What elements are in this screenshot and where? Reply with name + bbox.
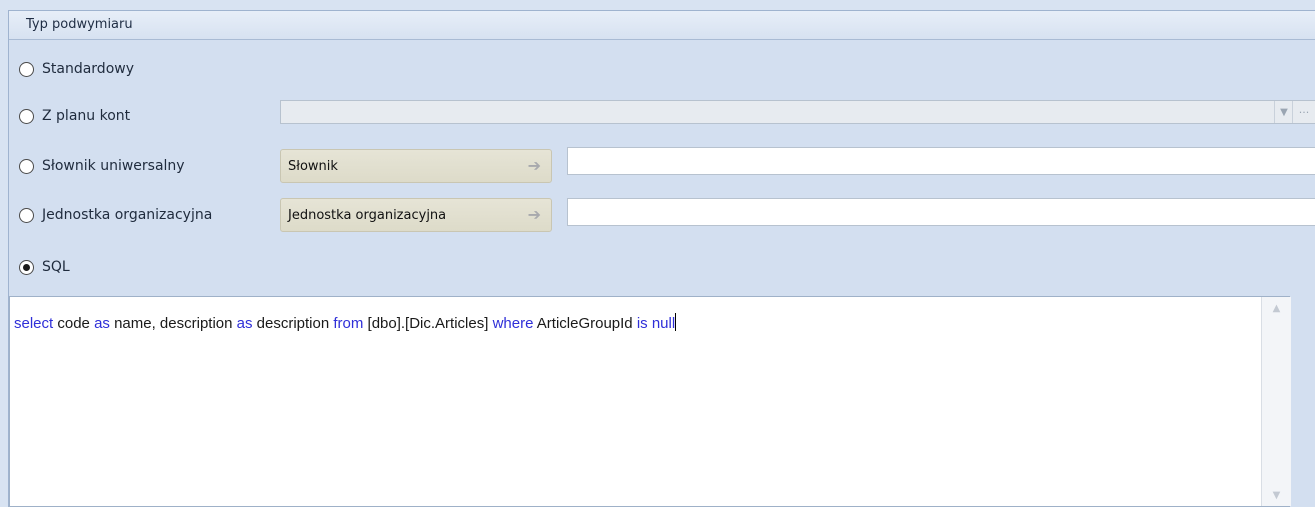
option-standard-label: Standardowy [42,61,134,77]
org-unit-button[interactable]: Jednostka organizacyjna ➔ [280,198,552,232]
sql-keyword: where [492,315,534,332]
option-universal-dictionary[interactable]: Słownik uniwersalny [19,156,185,176]
radio-button-icon[interactable] [19,207,34,223]
panel-header: Typ podwymiaru [9,11,1315,40]
account-plan-combo[interactable]: ▼ ··· [280,100,1315,124]
org-unit-field[interactable] [567,198,1315,226]
sql-query-text[interactable]: select code as name, description as desc… [14,313,677,332]
scroll-down-icon[interactable]: ▼ [1262,486,1291,504]
option-org-unit-label: Jednostka organizacyjna [42,207,213,223]
option-account-plan-label: Z planu kont [42,108,131,124]
option-org-unit[interactable]: Jednostka organizacyjna [19,205,212,225]
text-caret [675,313,677,331]
option-sql-label: SQL [42,259,70,275]
sql-keyword: from [333,315,364,332]
radio-button-icon[interactable] [19,158,34,174]
org-unit-button-label: Jednostka organizacyjna [288,208,447,223]
sql-keyword: is [636,315,648,332]
sql-token: [dbo].[Dic.Articles] [363,315,493,332]
dictionary-button[interactable]: Słownik ➔ [280,149,552,183]
option-standard[interactable]: Standardowy [19,59,134,79]
sql-keyword: as [236,315,253,332]
sql-token: description [252,315,334,332]
sql-token: name, description [109,315,237,332]
sql-editor[interactable]: select code as name, description as desc… [9,296,1291,507]
sql-keyword: as [94,315,110,332]
sql-token: ArticleGroupId [533,315,637,332]
scroll-up-icon[interactable]: ▲ [1262,299,1291,317]
arrow-right-icon: ➔ [527,156,541,175]
subdimension-type-panel: Typ podwymiaru Standardowy Z planu kont … [8,10,1315,507]
sql-keyword: null [651,315,676,332]
option-account-plan[interactable]: Z planu kont [19,106,130,126]
dictionary-field[interactable] [567,147,1315,175]
radio-button-icon[interactable] [19,108,34,124]
option-sql[interactable]: SQL [19,257,70,277]
radio-button-icon[interactable] [19,259,34,275]
option-universal-dictionary-label: Słownik uniwersalny [42,158,185,174]
sql-token: code [53,315,95,332]
sql-keyword: select [14,315,54,332]
panel-title: Typ podwymiaru [26,17,133,32]
ellipsis-icon[interactable]: ··· [1292,101,1315,123]
radio-button-icon[interactable] [19,61,34,77]
chevron-down-icon[interactable]: ▼ [1274,101,1293,123]
arrow-right-icon: ➔ [527,205,541,224]
vertical-scrollbar[interactable]: ▲ ▼ [1261,297,1291,506]
dictionary-button-label: Słownik [288,159,338,174]
